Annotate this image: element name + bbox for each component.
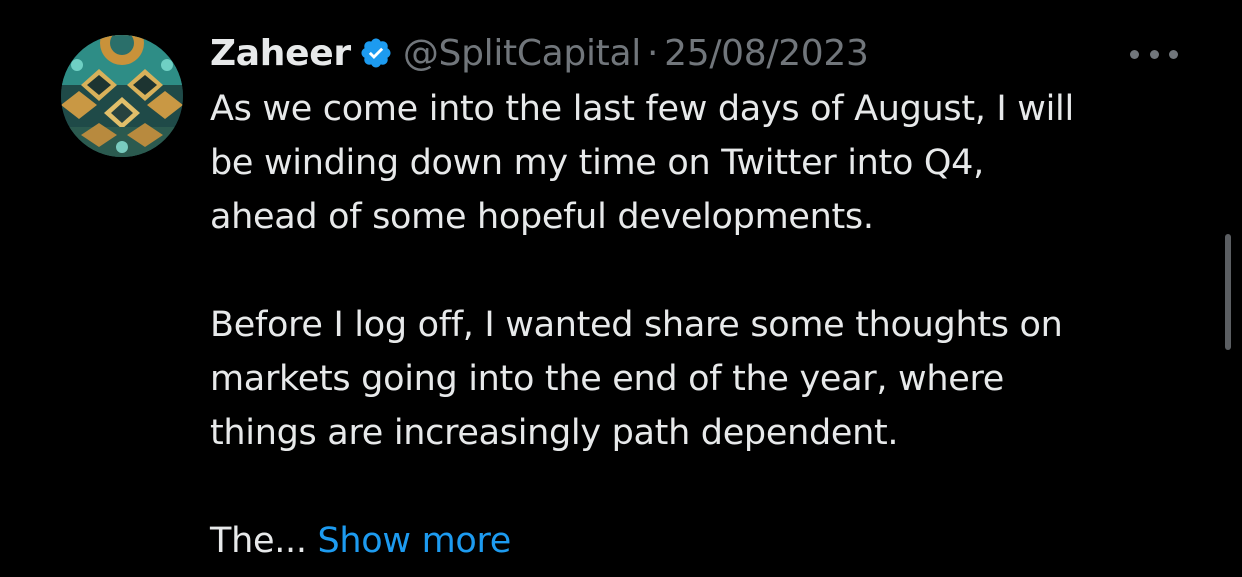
verified-badge-icon	[359, 36, 393, 70]
more-dot	[1149, 49, 1159, 59]
avatar[interactable]	[61, 35, 183, 157]
tweet-header: Zaheer @SplitCapital · 25/08/2023	[210, 30, 869, 76]
more-dot	[1130, 49, 1139, 59]
show-more-link[interactable]: Show more	[318, 521, 512, 561]
tweet[interactable]: Zaheer @SplitCapital · 25/08/2023 As we …	[0, 0, 1242, 577]
tweet-text-line: As we come into the last few days of Aug…	[210, 89, 1074, 129]
tweet-text-line: ahead of some hopeful developments.	[210, 197, 874, 237]
tweet-text-line: Before I log off, I wanted share some th…	[210, 305, 1063, 345]
truncated-text: The...	[210, 521, 307, 561]
scrollbar[interactable]	[1225, 234, 1231, 350]
display-name[interactable]: Zaheer	[210, 33, 351, 74]
more-options-icon[interactable]	[1130, 40, 1178, 68]
tweet-text-line: be winding down my time on Twitter into …	[210, 143, 984, 183]
more-dot	[1169, 49, 1178, 59]
tweet-text: As we come into the last few days of Aug…	[210, 82, 1210, 568]
timestamp[interactable]: 25/08/2023	[664, 33, 869, 74]
avatar-image	[61, 35, 183, 157]
handle[interactable]: @SplitCapital	[403, 33, 641, 74]
tweet-text-truncated-line: The... Show more	[210, 514, 1210, 568]
tweet-text-line: markets going into the end of the year, …	[210, 359, 1004, 399]
tweet-text-line: things are increasingly path dependent.	[210, 413, 899, 453]
separator-dot: ·	[646, 32, 659, 74]
